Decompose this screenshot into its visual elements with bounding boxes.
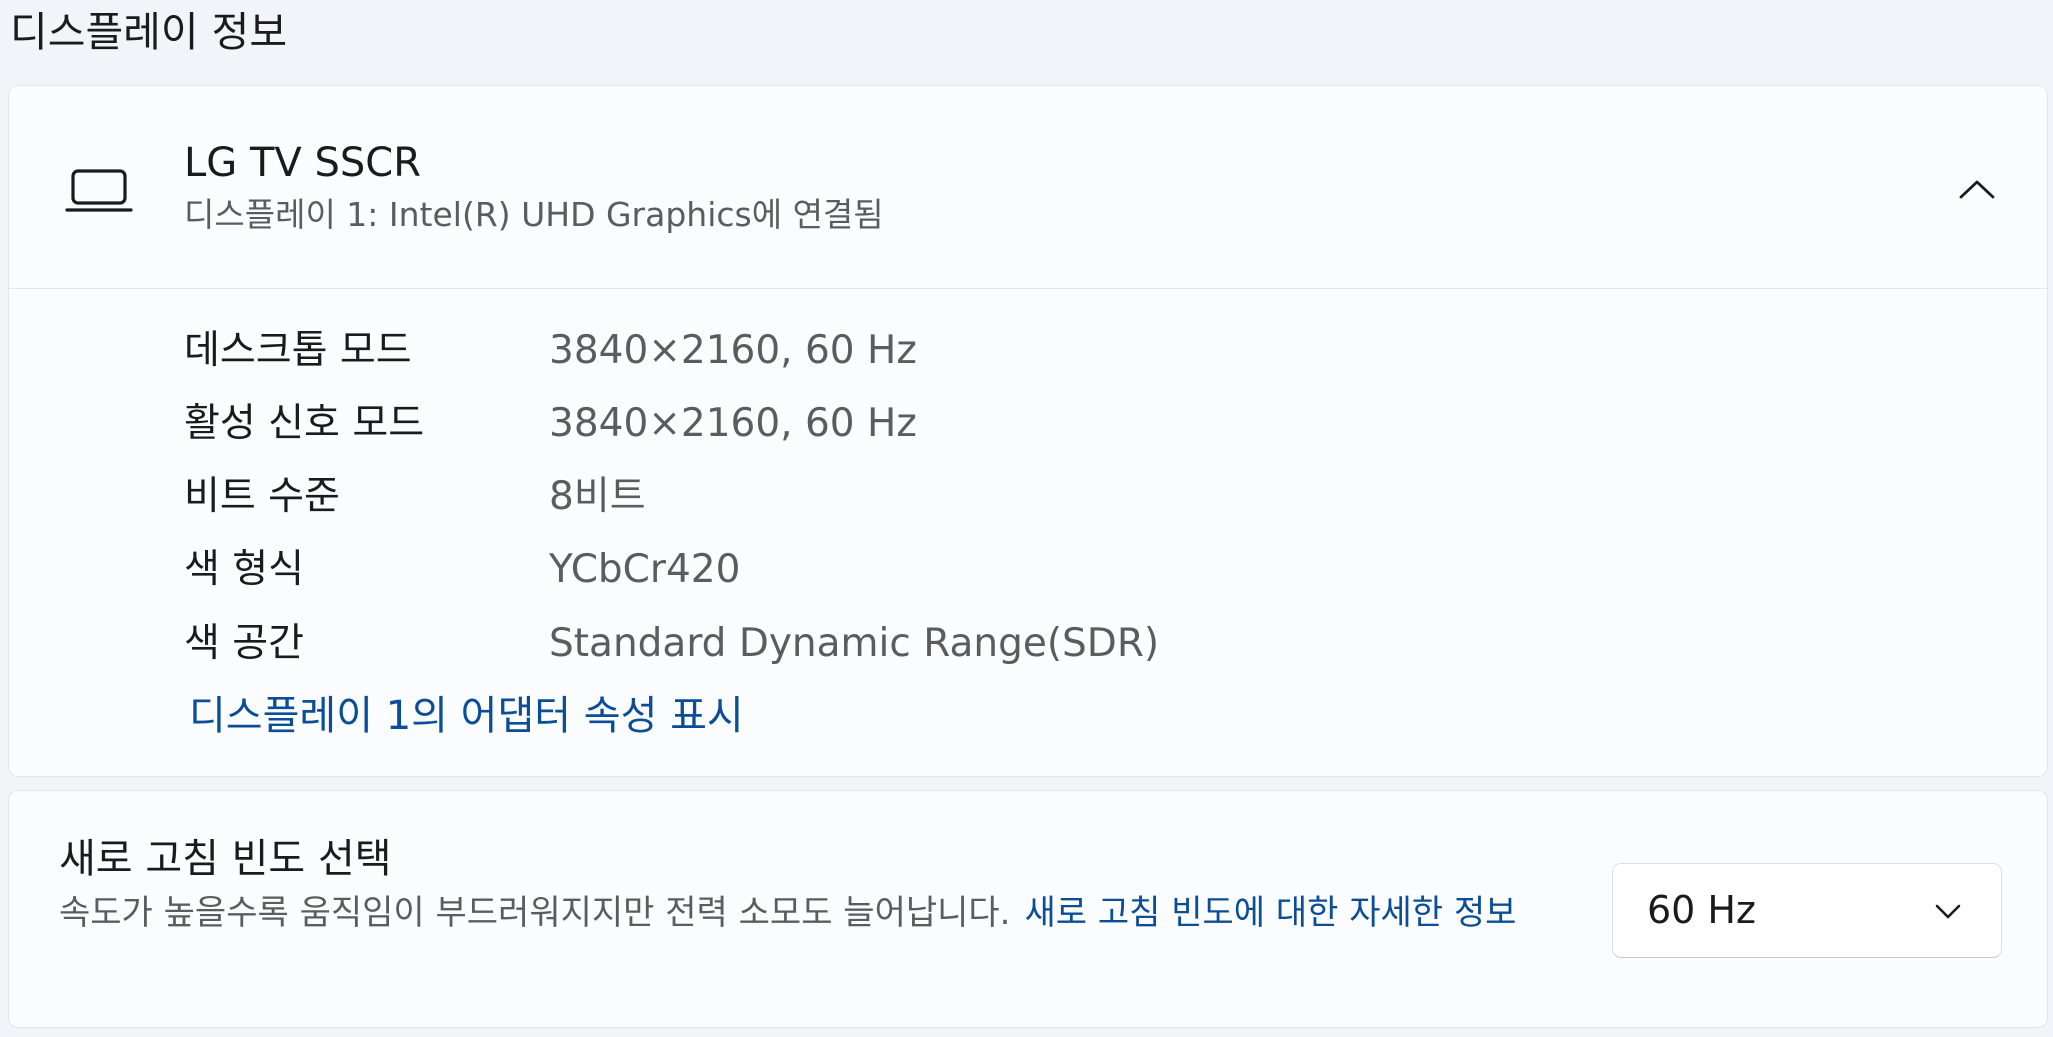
detail-label: 색 공간 — [184, 621, 305, 666]
detail-label: 비트 수준 — [184, 474, 340, 519]
detail-value: YCbCr420 — [549, 547, 741, 592]
detail-row-color-space: 색 공간 Standard Dynamic Range(SDR) — [184, 614, 1884, 674]
chevron-up-icon — [1959, 180, 1995, 199]
laptop-icon — [65, 169, 133, 212]
detail-row-desktop-mode: 데스크톱 모드 3840×2160, 60 Hz — [184, 321, 1884, 381]
refresh-rate-learn-more-link[interactable]: 새로 고침 빈도에 대한 자세한 정보 — [1025, 893, 1517, 933]
refresh-rate-title: 새로 고침 빈도 선택 — [59, 836, 392, 882]
refresh-rate-dropdown[interactable]: 60 Hz — [1612, 863, 2002, 958]
detail-value: 3840×2160, 60 Hz — [549, 401, 917, 446]
display-connection-info: 디스플레이 1: Intel(R) UHD Graphics에 연결됨 — [184, 195, 884, 234]
detail-row-active-signal-mode: 활성 신호 모드 3840×2160, 60 Hz — [184, 394, 1884, 454]
chevron-down-icon — [1935, 904, 1961, 919]
detail-row-bit-depth: 비트 수준 8비트 — [184, 467, 1884, 527]
display-card-header[interactable]: LG TV SSCR 디스플레이 1: Intel(R) UHD Graphic… — [9, 86, 2047, 289]
refresh-rate-description: 속도가 높을수록 움직임이 부드러워지지만 전력 소모도 늘어납니다. 새로 고침… — [59, 889, 1559, 937]
detail-value: 3840×2160, 60 Hz — [549, 328, 917, 373]
refresh-rate-description-text: 속도가 높을수록 움직임이 부드러워지지만 전력 소모도 늘어납니다. — [59, 893, 1011, 933]
collapse-button[interactable] — [1949, 161, 2005, 217]
section-title: 디스플레이 정보 — [10, 8, 288, 56]
refresh-rate-card: 새로 고침 빈도 선택 속도가 높을수록 움직임이 부드러워지지만 전력 소모도… — [8, 790, 2048, 1028]
detail-row-color-format: 색 형식 YCbCr420 — [184, 540, 1884, 600]
detail-label: 활성 신호 모드 — [184, 401, 425, 446]
refresh-rate-selected-value: 60 Hz — [1647, 888, 1756, 932]
display-info-card: LG TV SSCR 디스플레이 1: Intel(R) UHD Graphic… — [8, 85, 2048, 777]
detail-label: 색 형식 — [184, 547, 305, 592]
display-name: LG TV SSCR — [184, 140, 422, 186]
detail-value: Standard Dynamic Range(SDR) — [549, 621, 1160, 666]
adapter-properties-link[interactable]: 디스플레이 1의 어댑터 속성 표시 — [189, 688, 744, 744]
detail-label: 데스크톱 모드 — [184, 328, 412, 373]
detail-value: 8비트 — [549, 474, 646, 519]
